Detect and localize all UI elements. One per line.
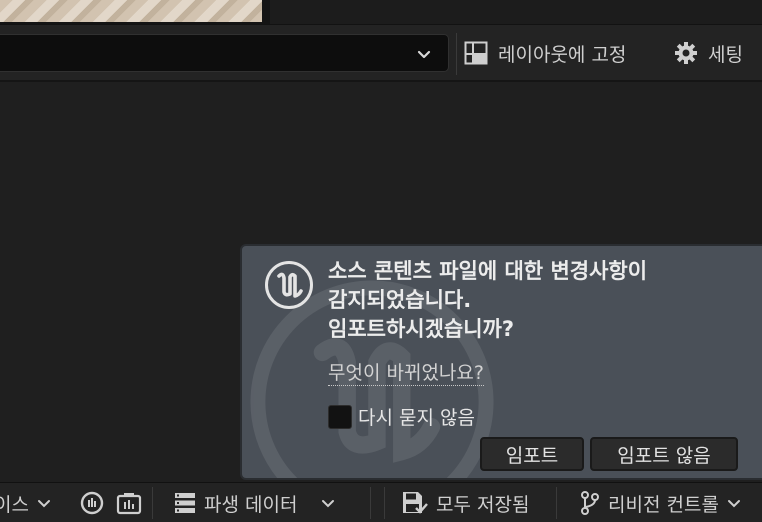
trace-dropdown[interactable]: 이스: [0, 483, 51, 522]
import-button[interactable]: 임포트: [480, 437, 584, 471]
chevron-down-icon: [37, 496, 51, 510]
message-line-2: 감지되었습니다.: [328, 288, 472, 312]
status-divider: [152, 487, 153, 519]
branch-icon: [580, 491, 600, 515]
trace-snapshot-button[interactable]: [116, 483, 142, 522]
what-changed-link[interactable]: 무엇이 바뀌었나요?: [328, 361, 484, 386]
details-toolbar: 레이아웃에 고정 세팅: [0, 24, 762, 82]
revision-control-button[interactable]: 리비전 컨트롤: [580, 483, 741, 522]
chevron-down-icon: [416, 46, 432, 62]
message-line-1: 소스 콘텐츠 파일에 대한 변경사항이: [328, 259, 648, 283]
lock-to-layout-button[interactable]: 레이아웃에 고정: [464, 34, 626, 72]
asset-thumbnail-area: [0, 0, 270, 26]
status-divider: [370, 487, 371, 519]
save-all-label: 모두 저장됨: [436, 493, 530, 516]
derived-data-label: 파생 데이터: [204, 493, 298, 516]
trace-record-button[interactable]: [80, 483, 104, 522]
source-change-notification: 소스 콘텐츠 파일에 대한 변경사항이 감지되었습니다. 임포트하시겠습니까? …: [240, 244, 762, 480]
dont-import-button[interactable]: 임포트 않음: [590, 437, 738, 471]
derived-data-button[interactable]: 파생 데이터: [174, 483, 335, 522]
trace-label: 이스: [0, 493, 29, 516]
server-icon: [174, 492, 196, 514]
dont-ask-again-label: 다시 묻지 않음: [358, 407, 475, 429]
trace-record-icon: [80, 491, 104, 515]
camera-chart-icon: [116, 491, 142, 515]
message-line-3: 임포트하시겠습니까?: [328, 317, 515, 341]
status-bar: 이스 파생 데이터 모두 저장됨 리비전 컨트롤: [0, 482, 762, 522]
unreal-logo-icon: [264, 260, 314, 310]
status-divider: [384, 487, 385, 519]
chevron-down-icon: [321, 496, 335, 510]
chevron-down-icon: [727, 496, 741, 510]
toolbar-divider: [456, 33, 457, 75]
revision-control-label: 리비전 컨트롤: [608, 493, 719, 516]
top-bar: [270, 0, 762, 24]
settings-button[interactable]: 세팅: [674, 34, 743, 72]
dont-ask-again-checkbox[interactable]: [328, 404, 352, 429]
selection-dropdown[interactable]: [0, 34, 449, 72]
settings-label: 세팅: [708, 43, 743, 66]
lock-to-layout-label: 레이아웃에 고정: [498, 43, 627, 66]
save-all-button[interactable]: 모두 저장됨: [402, 483, 529, 522]
status-divider: [556, 487, 557, 519]
asset-thumbnail: [0, 0, 262, 22]
gear-icon: [674, 41, 698, 65]
save-check-icon: [402, 491, 428, 515]
notification-message: 소스 콘텐츠 파일에 대한 변경사항이 감지되었습니다. 임포트하시겠습니까?: [328, 257, 748, 344]
dont-ask-again-row[interactable]: 다시 묻지 않음: [328, 403, 475, 430]
layout-icon: [464, 41, 488, 65]
